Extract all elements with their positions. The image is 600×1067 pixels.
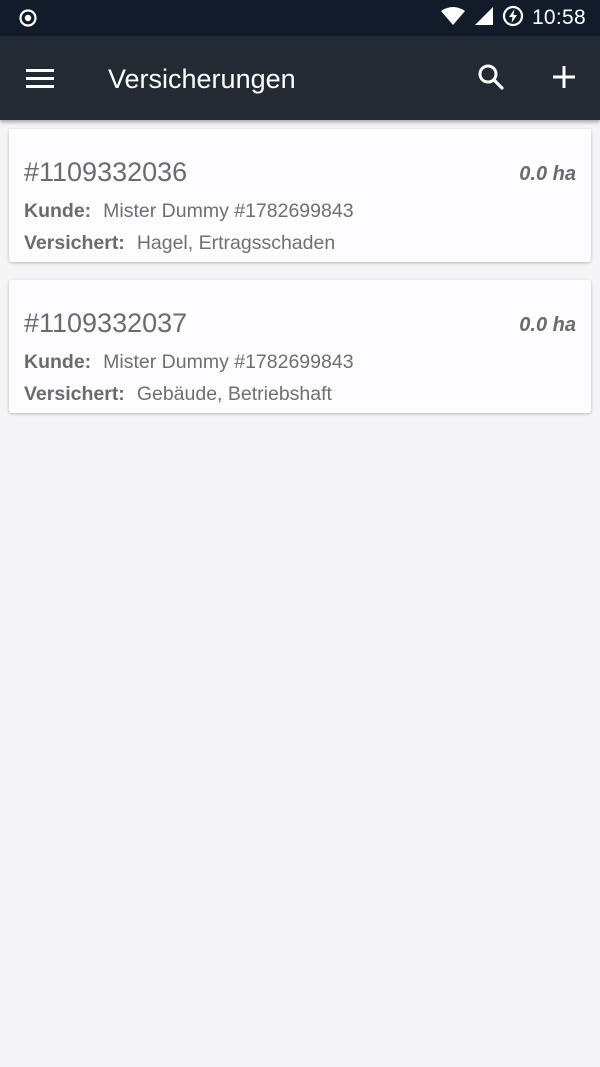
status-bar: 10:58 <box>0 0 600 36</box>
policy-card[interactable]: #1109332036 0.0 ha Kunde: Mister Dummy #1… <box>9 129 591 262</box>
hamburger-menu-icon <box>26 69 54 88</box>
app-bar: Versicherungen <box>0 36 600 120</box>
insured-row: Versichert: Gebäude, Betriebshaft <box>24 382 332 406</box>
insured-row: Versichert: Hagel, Ertragsschaden <box>24 231 335 255</box>
page-title: Versicherungen <box>108 64 296 94</box>
policy-id: #1109332037 <box>24 308 188 338</box>
search-icon <box>478 64 504 90</box>
signal-icon <box>474 6 494 31</box>
customer-row: Kunde: Mister Dummy #1782699843 <box>24 199 354 223</box>
customer-value: Mister Dummy #1782699843 <box>103 351 354 373</box>
policy-id: #1109332036 <box>24 157 188 187</box>
insured-value: Gebäude, Betriebshaft <box>136 383 332 405</box>
policy-card[interactable]: #1109332037 0.0 ha Kunde: Mister Dummy #1… <box>9 280 591 413</box>
add-icon <box>553 66 575 88</box>
customer-row: Kunde: Mister Dummy #1782699843 <box>24 350 354 374</box>
radio-icon <box>18 8 38 28</box>
add-button[interactable] <box>545 58 583 96</box>
status-time: 10:58 <box>531 6 586 29</box>
search-button[interactable] <box>472 58 510 96</box>
insured-value: Hagel, Ertragsschaden <box>136 232 336 254</box>
battery-charging-icon <box>502 5 524 32</box>
customer-value: Mister Dummy #1782699843 <box>103 200 354 222</box>
policy-area: 0.0 ha <box>519 163 576 185</box>
insured-label: Versichert: <box>24 383 125 405</box>
menu-button[interactable] <box>22 60 62 96</box>
customer-label: Kunde: <box>24 200 92 222</box>
insured-label: Versichert: <box>24 232 125 254</box>
wifi-icon <box>440 6 466 31</box>
policy-area: 0.0 ha <box>519 314 576 336</box>
customer-label: Kunde: <box>24 351 92 373</box>
